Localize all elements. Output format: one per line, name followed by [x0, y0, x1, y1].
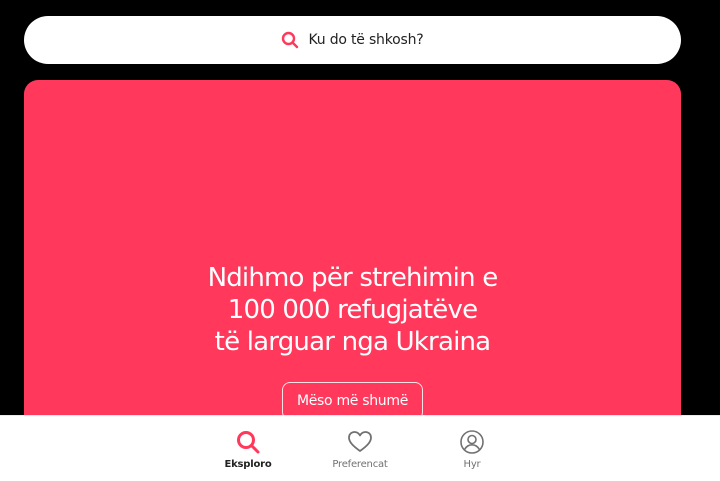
hero-title: Ndihmo për strehimin e 100 000 refugjatë… — [24, 262, 681, 358]
search-placeholder: Ku do të shkosh? — [308, 32, 424, 48]
hero-title-line: Ndihmo për strehimin e — [207, 263, 499, 293]
hero-title-line: të larguar nga Ukraina — [214, 327, 491, 357]
nav-item-explore[interactable]: Eksploro — [203, 416, 293, 481]
heart-icon — [347, 429, 373, 455]
hero-title-line: 100 000 refugjatëve — [227, 295, 478, 325]
nav-label: Preferencat — [332, 459, 388, 470]
nav-item-wishlists[interactable]: Preferencat — [315, 416, 405, 481]
nav-label: Eksploro — [224, 459, 272, 470]
bottom-nav: Eksploro Preferencat Hyr — [0, 415, 720, 481]
search-icon — [235, 429, 261, 455]
nav-label: Hyr — [463, 459, 481, 470]
search-icon — [281, 31, 299, 49]
user-circle-icon — [459, 429, 485, 455]
nav-item-login[interactable]: Hyr — [427, 416, 517, 481]
search-bar[interactable]: Ku do të shkosh? — [24, 16, 681, 64]
